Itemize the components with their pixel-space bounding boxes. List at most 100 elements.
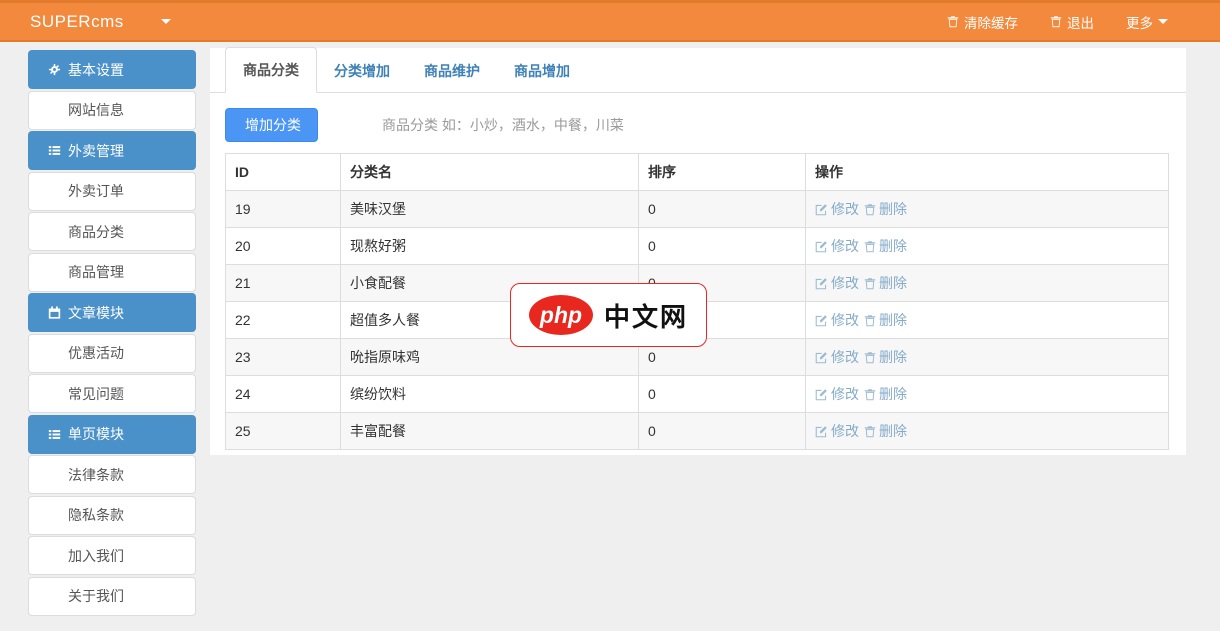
sidebar-section-basic-settings[interactable]: 基本设置 bbox=[28, 50, 196, 89]
sidebar-item-privacy-terms[interactable]: 隐私条款 bbox=[28, 496, 196, 535]
tab-product-add[interactable]: 商品增加 bbox=[497, 49, 587, 93]
tab-category-add[interactable]: 分类增加 bbox=[317, 49, 407, 93]
cell-operations: 修改删除 bbox=[806, 302, 1169, 339]
cell-id: 22 bbox=[226, 302, 341, 339]
edit-link[interactable]: 修改 bbox=[815, 310, 859, 330]
tab-label: 商品增加 bbox=[514, 63, 570, 79]
delete-link-label: 删除 bbox=[879, 199, 907, 219]
cell-operations: 修改删除 bbox=[806, 228, 1169, 265]
navbar-item-more[interactable]: 更多 bbox=[1126, 12, 1168, 32]
table-column-header: ID bbox=[226, 154, 341, 191]
sidebar-item-label: 关于我们 bbox=[68, 586, 124, 606]
edit-link[interactable]: 修改 bbox=[815, 236, 859, 256]
edit-link[interactable]: 修改 bbox=[815, 199, 859, 219]
navbar-item-label: 更多 bbox=[1126, 12, 1153, 32]
cell-operations: 修改删除 bbox=[806, 376, 1169, 413]
sidebar-section-single-page-module[interactable]: 单页模块 bbox=[28, 415, 196, 454]
trash-icon bbox=[864, 277, 876, 290]
cell-id: 21 bbox=[226, 265, 341, 302]
edit-link-label: 修改 bbox=[831, 347, 859, 367]
sidebar-item-about-us[interactable]: 关于我们 bbox=[28, 577, 196, 616]
list-icon bbox=[48, 428, 61, 441]
table-row: 25丰富配餐0修改删除 bbox=[226, 413, 1169, 450]
top-navbar: SUPERcms 清除缓存 退出 更多 bbox=[0, 0, 1220, 42]
edit-link[interactable]: 修改 bbox=[815, 347, 859, 367]
sidebar-item-site-info[interactable]: 网站信息 bbox=[28, 91, 196, 130]
sidebar-item-label: 法律条款 bbox=[68, 465, 124, 485]
edit-link-label: 修改 bbox=[831, 421, 859, 441]
tab-content: 增加分类 商品分类 如：小炒，酒水，中餐，川菜 ID分类名排序操作 19美味汉堡… bbox=[210, 93, 1186, 450]
delete-link-label: 删除 bbox=[879, 347, 907, 367]
table-header-row: ID分类名排序操作 bbox=[226, 154, 1169, 191]
sidebar-item-takeout-orders[interactable]: 外卖订单 bbox=[28, 172, 196, 211]
delete-link[interactable]: 删除 bbox=[864, 421, 907, 441]
trash-icon bbox=[864, 203, 876, 216]
cell-sort: 0 bbox=[639, 191, 806, 228]
add-category-button-label: 增加分类 bbox=[245, 115, 301, 135]
cell-operations: 修改删除 bbox=[806, 191, 1169, 228]
cell-id: 25 bbox=[226, 413, 341, 450]
chevron-down-icon bbox=[161, 19, 171, 24]
cell-operations: 修改删除 bbox=[806, 413, 1169, 450]
cell-category-name: 缤纷饮料 bbox=[341, 376, 639, 413]
delete-link[interactable]: 删除 bbox=[864, 310, 907, 330]
tab-bar: 商品分类分类增加 商品维护 商品增加 bbox=[210, 48, 1186, 93]
trash-icon bbox=[864, 240, 876, 253]
table-column-header: 分类名 bbox=[341, 154, 639, 191]
sidebar-item-label: 外卖订单 bbox=[68, 181, 124, 201]
tab-product-categories[interactable]: 商品分类 bbox=[225, 47, 317, 93]
cell-category-name: 美味汉堡 bbox=[341, 191, 639, 228]
edit-link[interactable]: 修改 bbox=[815, 273, 859, 293]
sidebar-item-faq[interactable]: 常见问题 bbox=[28, 374, 196, 413]
list-icon bbox=[48, 144, 61, 157]
cell-operations: 修改删除 bbox=[806, 339, 1169, 376]
chevron-down-icon bbox=[1158, 19, 1168, 24]
delete-link[interactable]: 删除 bbox=[864, 384, 907, 404]
php-logo-badge: php bbox=[529, 295, 593, 335]
sidebar-item-legal-terms[interactable]: 法律条款 bbox=[28, 455, 196, 494]
sidebar-item-product-categories[interactable]: 商品分类 bbox=[28, 212, 196, 251]
sidebar-item-promotions[interactable]: 优惠活动 bbox=[28, 334, 196, 373]
delete-link[interactable]: 删除 bbox=[864, 236, 907, 256]
edit-link-label: 修改 bbox=[831, 384, 859, 404]
edit-icon bbox=[815, 351, 828, 364]
sidebar-item-label: 加入我们 bbox=[68, 546, 124, 566]
edit-icon bbox=[815, 314, 828, 327]
tab-label: 商品维护 bbox=[424, 63, 480, 79]
delete-link-label: 删除 bbox=[879, 384, 907, 404]
category-hint-text: 商品分类 如：小炒，酒水，中餐，川菜 bbox=[382, 115, 624, 135]
navbar-right-menu: 清除缓存 退出 更多 bbox=[947, 12, 1168, 32]
add-category-button[interactable]: 增加分类 bbox=[225, 108, 318, 142]
trash-icon bbox=[864, 388, 876, 401]
navbar-item-label: 清除缓存 bbox=[964, 12, 1018, 32]
cell-sort: 0 bbox=[639, 376, 806, 413]
delete-link-label: 删除 bbox=[879, 236, 907, 256]
sidebar-item-label: 网站信息 bbox=[68, 100, 124, 120]
navbar-item-clear-cache[interactable]: 清除缓存 bbox=[947, 12, 1018, 32]
edit-link[interactable]: 修改 bbox=[815, 421, 859, 441]
cell-sort: 0 bbox=[639, 228, 806, 265]
sidebar-item-product-management[interactable]: 商品管理 bbox=[28, 253, 196, 292]
sidebar-item-label: 外卖管理 bbox=[68, 141, 124, 161]
table-column-header: 操作 bbox=[806, 154, 1169, 191]
delete-link[interactable]: 删除 bbox=[864, 273, 907, 293]
edit-icon bbox=[815, 240, 828, 253]
tab-product-maintain[interactable]: 商品维护 bbox=[407, 49, 497, 93]
trash-icon bbox=[864, 425, 876, 438]
main-panel: 商品分类分类增加 商品维护 商品增加 增加分类 商品分类 如：小炒，酒水，中餐，川菜… bbox=[210, 48, 1186, 455]
table-row: 20现熬好粥0修改删除 bbox=[226, 228, 1169, 265]
delete-link[interactable]: 删除 bbox=[864, 347, 907, 367]
sidebar-item-join-us[interactable]: 加入我们 bbox=[28, 536, 196, 575]
brand-title: SUPERcms bbox=[30, 12, 124, 32]
sidebar-section-takeout-management[interactable]: 外卖管理 bbox=[28, 131, 196, 170]
edit-link[interactable]: 修改 bbox=[815, 384, 859, 404]
navbar-item-logout[interactable]: 退出 bbox=[1050, 12, 1094, 32]
sidebar-item-label: 单页模块 bbox=[68, 424, 124, 444]
sidebar-item-label: 优惠活动 bbox=[68, 343, 124, 363]
cell-id: 19 bbox=[226, 191, 341, 228]
delete-link[interactable]: 删除 bbox=[864, 199, 907, 219]
brand-dropdown[interactable]: SUPERcms bbox=[30, 12, 171, 32]
table-row: 19美味汉堡0修改删除 bbox=[226, 191, 1169, 228]
sidebar-section-article-module[interactable]: 文章模块 bbox=[28, 293, 196, 332]
edit-link-label: 修改 bbox=[831, 310, 859, 330]
